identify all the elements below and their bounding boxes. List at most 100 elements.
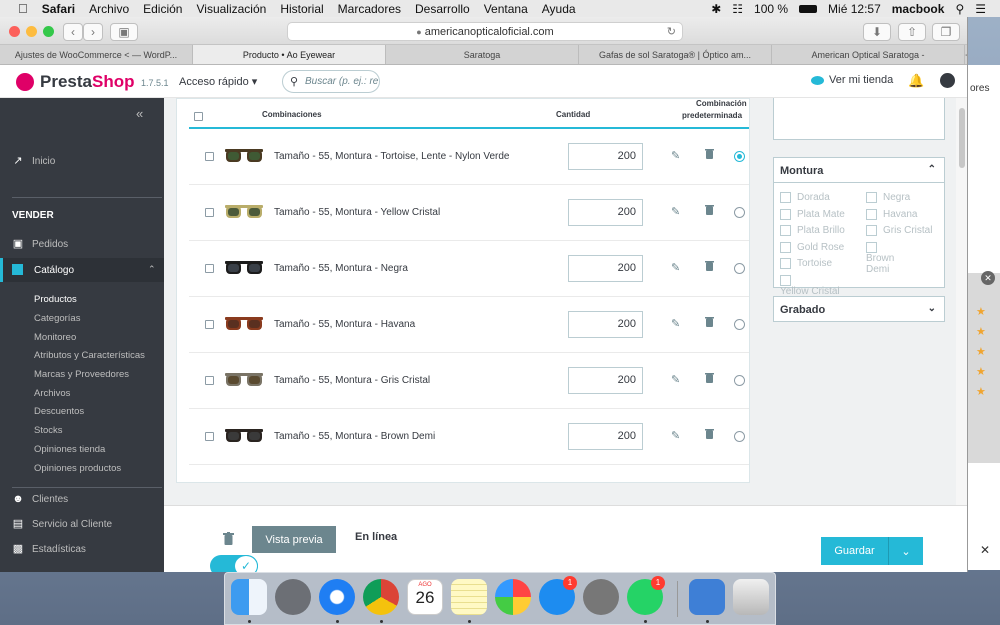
delete-icon[interactable] <box>705 428 714 439</box>
sidebar-subitem-archivos[interactable]: Archivos <box>34 388 70 399</box>
quantity-input[interactable]: 200 <box>568 143 643 170</box>
browser-tab[interactable]: Gafas de sol Saratoga® | Óptico am... <box>579 45 772 64</box>
filter-option[interactable]: Plata Brillo <box>780 225 845 236</box>
filter-checkbox[interactable] <box>780 208 791 220</box>
delete-icon[interactable] <box>705 148 714 159</box>
sidebar-item-pedidos[interactable]: ▣ Pedidos <box>12 239 68 251</box>
filter-option[interactable]: Havana <box>866 208 917 220</box>
notes-icon[interactable] <box>451 579 487 615</box>
filter-checkbox[interactable] <box>780 225 791 236</box>
share-icon[interactable]: ⇧ <box>898 23 926 41</box>
downloads-icon[interactable]: ⬇ <box>863 23 891 41</box>
filter-option[interactable]: Yellow Cristal <box>780 274 840 297</box>
delete-icon[interactable] <box>705 316 714 327</box>
close-icon[interactable]: ✕ <box>981 271 995 285</box>
system-preferences-icon[interactable] <box>583 579 619 615</box>
spotlight-icon[interactable]: ⚲ <box>955 2 964 16</box>
menu-historial[interactable]: Historial <box>280 2 323 16</box>
delete-icon[interactable] <box>705 260 714 271</box>
bell-icon[interactable]: 🔔 <box>908 73 924 89</box>
edit-icon[interactable]: ✎ <box>671 149 680 162</box>
menu-marcadores[interactable]: Marcadores <box>338 2 401 16</box>
quantity-input[interactable]: 200 <box>568 199 643 226</box>
back-button[interactable]: ‹ <box>63 23 83 41</box>
filter-checkbox[interactable] <box>866 241 877 253</box>
sidebar-subitem-descuentos[interactable]: Descuentos <box>34 406 84 417</box>
filter-option[interactable]: Dorada <box>780 192 830 203</box>
safari-icon[interactable] <box>319 579 355 615</box>
minimize-window-icon[interactable] <box>26 26 37 37</box>
finder-icon[interactable] <box>231 579 267 615</box>
sidebar-item-catalogo[interactable]: Catálogo ⌃ <box>0 258 164 282</box>
user-avatar-icon[interactable] <box>940 73 955 88</box>
save-button[interactable]: Guardar <box>821 537 888 565</box>
quick-access-dropdown[interactable]: Acceso rápido ▾ <box>179 75 257 88</box>
default-combination-radio[interactable] <box>734 319 745 330</box>
trash-icon[interactable] <box>733 579 769 615</box>
row-checkbox[interactable] <box>205 432 214 441</box>
default-combination-radio[interactable] <box>734 431 745 442</box>
sidebar-item-estadisticas[interactable]: ▩ Estadísticas <box>12 544 86 556</box>
quantity-input[interactable]: 200 <box>568 423 643 450</box>
quantity-input[interactable]: 200 <box>568 311 643 338</box>
online-toggle[interactable]: ✓ <box>210 555 258 572</box>
user-name[interactable]: macbook <box>892 2 945 16</box>
menu-app[interactable]: Safari <box>42 2 75 16</box>
select-all-checkbox[interactable] <box>194 112 203 121</box>
default-combination-radio[interactable] <box>734 207 745 218</box>
row-checkbox[interactable] <box>205 208 214 217</box>
filter-checkbox[interactable] <box>866 208 877 220</box>
documents-folder-icon[interactable] <box>689 579 725 615</box>
edit-icon[interactable]: ✎ <box>671 205 680 218</box>
save-options-button[interactable]: ⌄ <box>888 537 923 565</box>
filter-option[interactable]: Plata Mate <box>780 208 845 220</box>
sidebar-subitem-monitoreo[interactable]: Monitoreo <box>34 332 76 343</box>
filter-checkbox[interactable] <box>866 192 877 203</box>
page-scrollbar[interactable] <box>956 98 967 505</box>
default-combination-radio[interactable] <box>734 263 745 274</box>
default-combination-radio[interactable] <box>734 375 745 386</box>
filter-grabado-header[interactable]: Grabado ⌄ <box>774 297 944 322</box>
close-icon[interactable]: ✕ <box>980 543 990 557</box>
filter-option[interactable]: Brown Demi <box>866 241 916 275</box>
filter-montura-header[interactable]: Montura ⌃ <box>774 158 944 183</box>
filter-checkbox[interactable] <box>780 241 791 253</box>
photos-icon[interactable] <box>495 579 531 615</box>
delete-product-icon[interactable] <box>223 532 234 545</box>
reload-icon[interactable]: ↻ <box>667 25 676 38</box>
sidebar-subitem-marcas[interactable]: Marcas y Proveedores <box>34 369 129 380</box>
wifi-icon[interactable]: ☷ <box>732 2 743 16</box>
filter-checkbox[interactable] <box>780 258 791 269</box>
filter-option[interactable]: Gris Cristal <box>866 225 932 236</box>
quantity-input[interactable]: 200 <box>568 367 643 394</box>
filter-option[interactable]: Negra <box>866 192 910 203</box>
header-search-input[interactable]: ⚲ Buscar (p. ej.: re <box>282 70 380 93</box>
chrome-icon[interactable] <box>363 579 399 615</box>
launchpad-icon[interactable] <box>275 579 311 615</box>
forward-button[interactable]: › <box>83 23 103 41</box>
filter-checkbox[interactable] <box>866 225 877 236</box>
battery-percent[interactable]: 100 % <box>754 2 788 16</box>
menu-visualizacion[interactable]: Visualización <box>196 2 266 16</box>
sidebar-subitem-atributos[interactable]: Atributos y Características <box>34 350 145 361</box>
view-shop-link[interactable]: Ver mi tienda <box>811 74 893 86</box>
menu-ventana[interactable]: Ventana <box>484 2 528 16</box>
sidebar-subitem-stocks[interactable]: Stocks <box>34 425 63 436</box>
browser-tab[interactable]: American Optical Saratoga - <box>772 45 965 64</box>
collapse-sidebar-icon[interactable]: « <box>136 106 143 121</box>
browser-tab[interactable]: Ajustes de WooCommerce < — WordP... <box>0 45 193 64</box>
bluetooth-icon[interactable]: ✱ <box>711 2 721 16</box>
browser-tab[interactable]: Saratoga <box>386 45 579 64</box>
sidebar-subitem-categorias[interactable]: Categorías <box>34 313 80 324</box>
apple-icon[interactable]:  <box>18 1 28 16</box>
close-window-icon[interactable] <box>9 26 20 37</box>
preview-button[interactable]: Vista previa <box>252 526 336 553</box>
row-checkbox[interactable] <box>205 376 214 385</box>
filter-checkbox[interactable] <box>780 274 791 286</box>
prestashop-logo[interactable]: PrestaShop <box>40 72 134 92</box>
menu-desarrollo[interactable]: Desarrollo <box>415 2 470 16</box>
edit-icon[interactable]: ✎ <box>671 261 680 274</box>
filter-checkbox[interactable] <box>780 192 791 203</box>
clock[interactable]: Mié 12:57 <box>828 2 881 16</box>
row-checkbox[interactable] <box>205 264 214 273</box>
